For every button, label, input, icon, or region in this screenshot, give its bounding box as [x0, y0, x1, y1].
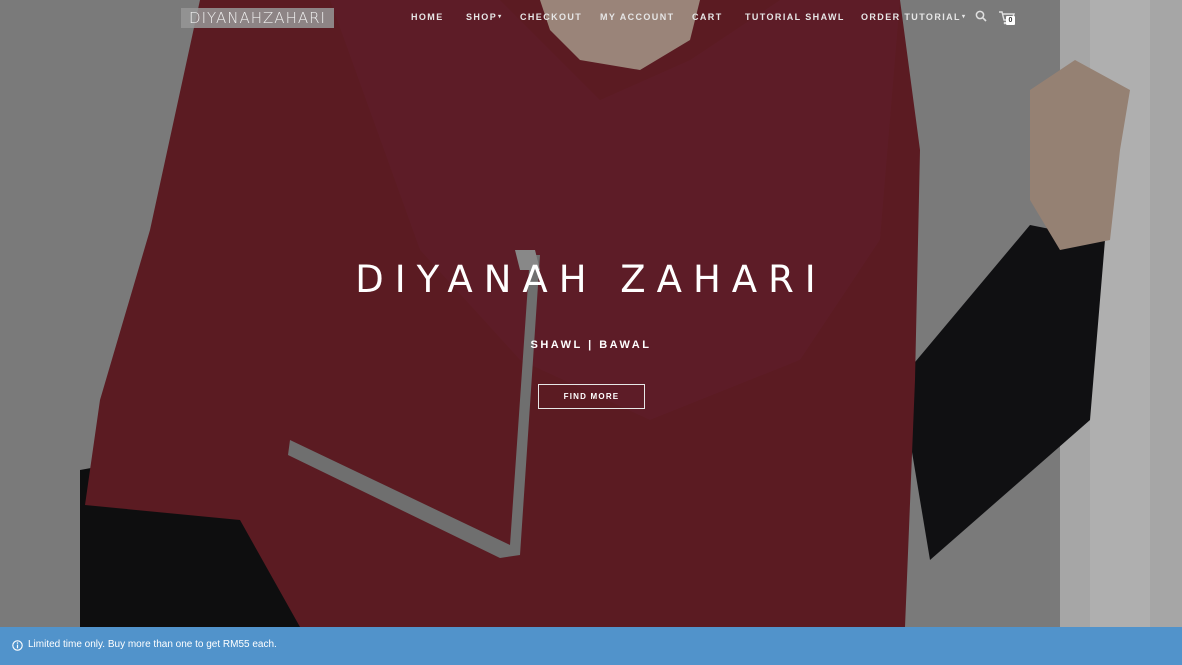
top-navigation: DIYANAHZAHARI HOME SHOP▾ CHECKOUT MY ACC…	[0, 0, 1182, 36]
hero-overlay	[0, 0, 1182, 627]
chevron-down-icon: ▾	[498, 14, 503, 20]
cart-count-badge: 0	[1006, 16, 1015, 25]
site-logo[interactable]: DIYANAHZAHARI	[181, 8, 334, 28]
nav-item-tutorial-shawl[interactable]: TUTORIAL SHAWL	[745, 12, 845, 22]
hero-section	[0, 0, 1182, 627]
nav-item-home[interactable]: HOME	[411, 12, 444, 22]
search-icon[interactable]	[975, 10, 987, 22]
info-icon	[12, 640, 23, 651]
find-more-button[interactable]: FIND MORE	[538, 384, 645, 409]
nav-item-checkout[interactable]: CHECKOUT	[520, 12, 582, 22]
chevron-down-icon: ▾	[961, 14, 967, 20]
store-notice-bar: Limited time only. Buy more than one to …	[0, 627, 1182, 665]
nav-item-my-account[interactable]: MY ACCOUNT	[600, 12, 675, 22]
hero-subtitle: SHAWL | BAWAL	[530, 339, 652, 351]
store-notice-text: Limited time only. Buy more than one to …	[28, 639, 277, 650]
nav-item-cart[interactable]: CART	[692, 12, 723, 22]
nav-item-shop[interactable]: SHOP▾	[466, 12, 503, 22]
nav-item-order-tutorial-label: ORDER TUTORIAL	[861, 12, 961, 22]
nav-item-order-tutorial[interactable]: ORDER TUTORIAL▾	[861, 12, 966, 22]
hero-title: DIYANAH ZAHARI	[355, 258, 827, 301]
nav-item-shop-label: SHOP	[466, 12, 498, 22]
